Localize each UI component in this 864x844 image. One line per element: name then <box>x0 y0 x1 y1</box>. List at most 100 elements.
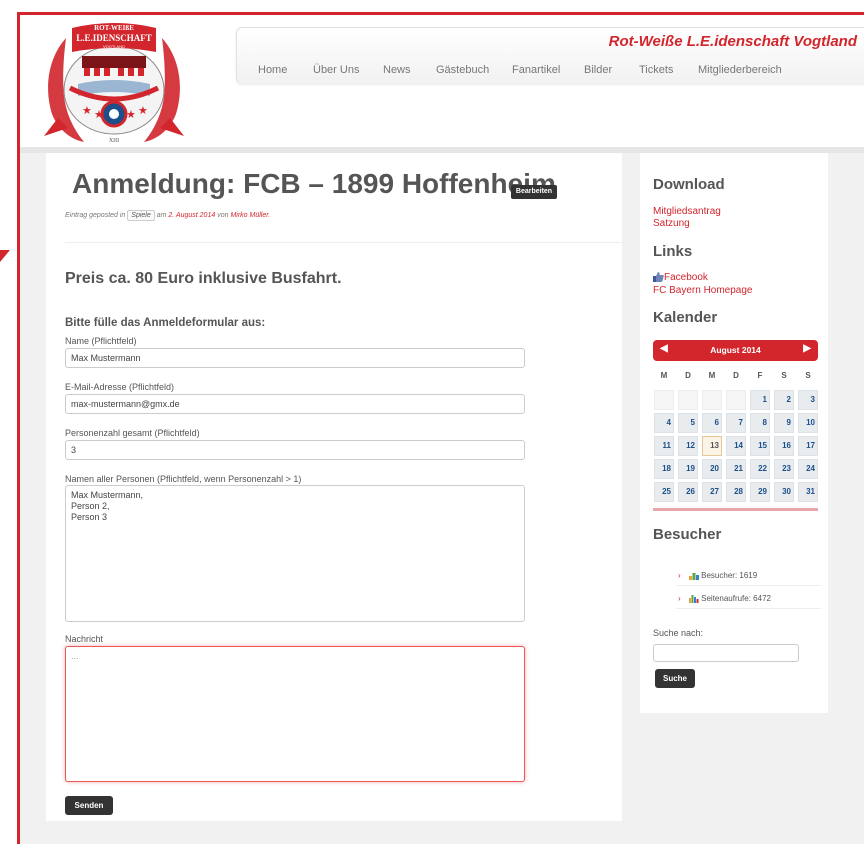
person-count-field[interactable]: 3 <box>65 440 525 460</box>
category-tag[interactable]: Spiele <box>127 210 155 221</box>
links-heading: Links <box>653 243 693 260</box>
calendar-day[interactable]: 10 <box>798 413 818 433</box>
calendar-empty-cell <box>678 390 698 410</box>
corner-arrow <box>0 250 10 262</box>
calendar-day[interactable]: 2 <box>774 390 794 410</box>
send-button[interactable]: Senden <box>65 796 113 815</box>
name-label: Name (Pflichtfeld) <box>65 336 137 346</box>
calendar-day[interactable]: 17 <box>798 436 818 456</box>
calendar-day[interactable]: 16 <box>774 436 794 456</box>
calendar-weekday: M <box>708 371 716 380</box>
names-textarea[interactable]: Max Mustermann, Person 2, Person 3 <box>65 485 525 622</box>
site-title[interactable]: Rot-Weiße L.E.idenschaft Vogtland <box>609 33 857 50</box>
search-button[interactable]: Suche <box>655 669 695 688</box>
nav-mitgliederbereich[interactable]: Mitgliederbereich <box>698 64 782 76</box>
name-field[interactable]: Max Mustermann <box>65 348 525 368</box>
calendar-day[interactable]: 11 <box>654 436 674 456</box>
calendar-header: ◀ August 2014 ▶ <box>653 340 818 361</box>
calendar-day[interactable]: 13 <box>702 436 722 456</box>
nav-bilder[interactable]: Bilder <box>584 64 612 76</box>
calendar-day[interactable]: 1 <box>750 390 770 410</box>
download-satzung[interactable]: Satzung <box>653 218 690 229</box>
calendar-weekday: D <box>733 371 739 380</box>
calendar-day[interactable]: 28 <box>726 482 746 502</box>
bullet-arrow-icon: › <box>678 594 681 603</box>
calendar-day[interactable]: 30 <box>774 482 794 502</box>
meta-by: von <box>217 212 229 219</box>
message-label: Nachricht <box>65 634 104 644</box>
nav-gaestebuch[interactable]: Gästebuch <box>436 64 489 76</box>
calendar-day[interactable]: 20 <box>702 459 722 479</box>
calendar-day[interactable]: 14 <box>726 436 746 456</box>
email-label: E-Mail-Adresse (Pflichtfeld) <box>65 382 175 392</box>
calendar-empty-cell <box>702 390 722 410</box>
nav-news[interactable]: News <box>383 64 411 76</box>
count-label: Personenzahl gesamt (Pflichtfeld) <box>65 428 200 438</box>
calendar-weekday: M <box>660 371 668 380</box>
nav-tickets[interactable]: Tickets <box>639 64 673 76</box>
price-text: Preis ca. 80 Euro inklusive Busfahrt. <box>65 270 342 287</box>
calendar-day[interactable]: 7 <box>726 413 746 433</box>
calendar-day[interactable]: 31 <box>798 482 818 502</box>
calendar-day[interactable]: 4 <box>654 413 674 433</box>
calendar-day[interactable]: 12 <box>678 436 698 456</box>
link-facebook[interactable]: Facebook <box>653 272 708 283</box>
calendar-day[interactable]: 18 <box>654 459 674 479</box>
edit-button[interactable]: Bearbeiten <box>511 185 557 199</box>
nav-ueber-uns[interactable]: Über Uns <box>313 64 359 76</box>
calendar-day[interactable]: 19 <box>678 459 698 479</box>
calendar-day[interactable]: 15 <box>750 436 770 456</box>
calendar-day[interactable]: 26 <box>678 482 698 502</box>
calendar-weekday: S <box>781 371 787 380</box>
stat-divider <box>676 608 821 609</box>
pageviews-count: Seitenaufrufe: 6472 <box>701 594 771 603</box>
calendar-day[interactable]: 24 <box>798 459 818 479</box>
visitors-heading: Besucher <box>653 526 722 543</box>
search-input[interactable] <box>653 644 799 662</box>
download-heading: Download <box>653 176 725 193</box>
calendar-day[interactable]: 29 <box>750 482 770 502</box>
main-nav: Home Über Uns News Gästebuch Fanartikel … <box>237 64 857 80</box>
calendar: ◀ August 2014 ▶ M D M D F S S 1 2 3 4 5 6 7 8 9 10 11 12 13… <box>653 340 818 512</box>
calendar-day[interactable]: 21 <box>726 459 746 479</box>
calendar-day[interactable]: 3 <box>798 390 818 410</box>
calendar-empty-cell <box>654 390 674 410</box>
meta-on: am <box>156 212 167 219</box>
calendar-day[interactable]: 23 <box>774 459 794 479</box>
calendar-day[interactable]: 9 <box>774 413 794 433</box>
calendar-heading: Kalender <box>653 309 718 326</box>
bar-chart-icon <box>688 573 699 580</box>
calendar-day[interactable]: 27 <box>702 482 722 502</box>
calendar-weekday: D <box>685 371 691 380</box>
names-label: Namen aller Personen (Pflichtfeld, wenn … <box>65 474 302 484</box>
club-logo[interactable]: ★ ★ ★ ★ ROT-WEIßE L.E.IDENSCHAFT VOGTLAND X… <box>38 18 190 148</box>
bullet-arrow-icon: › <box>678 571 681 580</box>
nav-home[interactable]: Home <box>258 64 287 76</box>
email-field[interactable]: max-mustermann@gmx.de <box>65 394 525 414</box>
svg-text:★: ★ <box>126 108 136 121</box>
meta-prefix: Eintrag geposted in <box>65 212 126 219</box>
visitors-count: Besucher: 1619 <box>701 571 758 580</box>
svg-text:★: ★ <box>82 104 92 117</box>
nav-fanartikel[interactable]: Fanartikel <box>512 64 560 76</box>
calendar-bottom-bar <box>653 508 818 511</box>
post-date-link[interactable]: 2. August 2014 <box>168 212 215 219</box>
link-fc-bayern[interactable]: FC Bayern Homepage <box>653 285 753 296</box>
calendar-day[interactable]: 5 <box>678 413 698 433</box>
message-textarea[interactable]: ... <box>65 646 525 782</box>
author-link[interactable]: Mirko Müller. <box>230 212 270 219</box>
download-mitgliedsantrag[interactable]: Mitgliedsantrag <box>653 206 721 217</box>
svg-text:★: ★ <box>138 104 148 117</box>
calendar-month: August 2014 <box>710 345 761 355</box>
calendar-day[interactable]: 8 <box>750 413 770 433</box>
calendar-day[interactable]: 25 <box>654 482 674 502</box>
calendar-day[interactable]: 6 <box>702 413 722 433</box>
svg-text:★: ★ <box>94 108 104 121</box>
divider <box>65 242 625 243</box>
logo-numeral: XIII <box>109 138 119 144</box>
calendar-day[interactable]: 22 <box>750 459 770 479</box>
logo-line2: L.E.IDENSCHAFT <box>76 33 152 43</box>
page-title: Anmeldung: FCB – 1899 Hoffenheim <box>72 168 556 199</box>
logo-line1: ROT-WEIßE <box>94 24 134 32</box>
next-month-icon[interactable]: ▶ <box>803 343 811 354</box>
